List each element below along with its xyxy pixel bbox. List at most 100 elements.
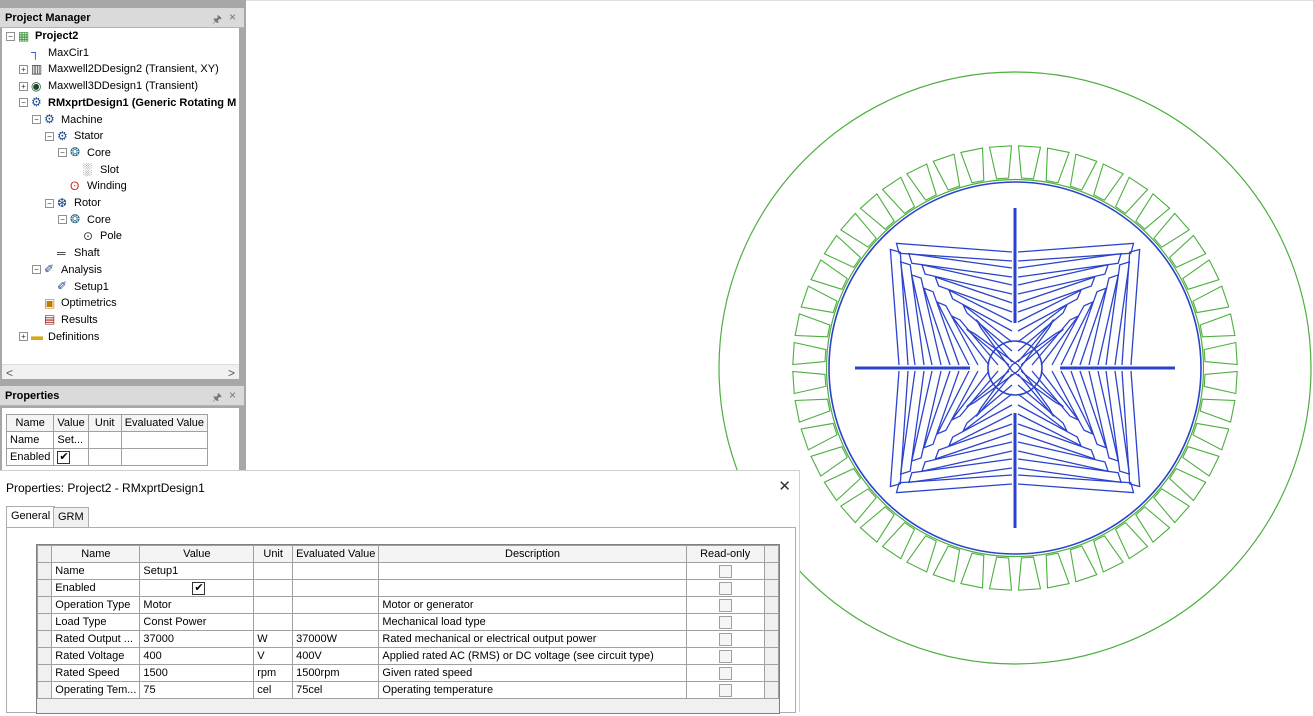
tree-item-machine[interactable]: − ⚙ Machine xyxy=(32,112,103,128)
collapse-icon[interactable]: − xyxy=(19,98,28,108)
circuit-icon: ┐ xyxy=(31,45,40,60)
column-header-evaluated-value[interactable]: Evaluated Value xyxy=(292,545,380,563)
expand-icon[interactable]: + xyxy=(19,81,28,91)
tree-item-setup1[interactable]: ✐ Setup1 xyxy=(45,279,109,295)
row-header[interactable] xyxy=(37,613,53,631)
cell-unit: cel xyxy=(253,681,294,699)
cell-read-only[interactable] xyxy=(685,664,765,682)
cell-value[interactable] xyxy=(53,448,89,466)
tab-grm[interactable]: GRM xyxy=(53,507,89,527)
read-only-checkbox[interactable] xyxy=(718,615,732,629)
cell-value[interactable]: 400 xyxy=(139,647,255,665)
cell-description: Rated mechanical or electrical output po… xyxy=(378,630,687,648)
cell-value[interactable]: 1500 xyxy=(139,664,255,682)
enabled-checkbox[interactable] xyxy=(57,450,71,464)
cell-read-only[interactable] xyxy=(685,630,765,648)
row-header[interactable] xyxy=(37,664,53,682)
scroll-right-arrow-icon[interactable]: > xyxy=(228,366,235,380)
collapse-icon[interactable]: − xyxy=(6,31,15,41)
cell-value[interactable]: Setup1 xyxy=(139,562,255,580)
tab-general[interactable]: General xyxy=(6,506,56,527)
column-header-name[interactable]: Name xyxy=(5,414,55,432)
collapse-icon[interactable]: − xyxy=(58,215,67,225)
cell-value[interactable]: Set... xyxy=(53,431,89,449)
scroll-left-arrow-icon[interactable]: < xyxy=(6,366,13,380)
tree-item-results[interactable]: ▤ Results xyxy=(32,312,98,328)
read-only-checkbox[interactable] xyxy=(718,598,732,612)
stator-slot xyxy=(932,153,961,191)
column-header-value[interactable]: Value xyxy=(139,545,255,563)
tree-item-stator[interactable]: − ⚙ Stator xyxy=(45,128,103,144)
tree-item-maxwell2ddesign2-transient-xy[interactable]: + ▥ Maxwell2DDesign2 (Transient, XY) xyxy=(19,61,219,77)
tree-item-shaft[interactable]: ═ Shaft xyxy=(45,245,100,261)
cell-evaluated: 37000W xyxy=(292,630,380,648)
collapse-icon[interactable]: − xyxy=(58,148,67,158)
cell-read-only[interactable] xyxy=(685,562,765,580)
cell-value[interactable]: Motor xyxy=(139,596,255,614)
row-header[interactable] xyxy=(37,630,53,648)
cell-read-only[interactable] xyxy=(685,613,765,631)
collapse-icon[interactable]: − xyxy=(45,198,54,208)
tree-item-rotor[interactable]: − ❆ Rotor xyxy=(45,195,101,211)
read-only-checkbox[interactable] xyxy=(718,649,732,663)
read-only-checkbox[interactable] xyxy=(718,632,732,646)
cell-value[interactable] xyxy=(139,579,255,597)
column-header-unit[interactable]: Unit xyxy=(87,414,122,432)
tree-item-core[interactable]: − ❂ Core xyxy=(58,145,111,161)
tree-item-rmxprtdesign1-generic-rotating-m[interactable]: − ⚙ RMxprtDesign1 (Generic Rotating M xyxy=(19,95,236,111)
cell-read-only[interactable] xyxy=(685,647,765,665)
stator-icon: ⚙ xyxy=(57,128,68,143)
column-header-evaluated-value[interactable]: Evaluated Value xyxy=(120,414,209,432)
cell-description: Motor or generator xyxy=(378,596,687,614)
tree-item-pole[interactable]: ⊙ Pole xyxy=(71,228,122,244)
collapse-icon[interactable]: − xyxy=(32,115,41,125)
enabled-checkbox[interactable] xyxy=(192,581,206,595)
tree-item-analysis[interactable]: − ✐ Analysis xyxy=(32,262,102,278)
column-header-name[interactable]: Name xyxy=(51,545,141,563)
tree-item-maxcir1[interactable]: ┐ MaxCir1 xyxy=(19,45,89,61)
pin-icon[interactable]: 🖈 xyxy=(212,389,222,408)
flux-barrier xyxy=(1031,315,1079,366)
column-header-description[interactable]: Description xyxy=(378,545,687,563)
stator-slot xyxy=(1093,535,1124,573)
cell-read-only[interactable] xyxy=(685,681,765,699)
stator-slot xyxy=(859,192,895,230)
cell-read-only[interactable] xyxy=(685,579,765,597)
collapse-icon[interactable]: − xyxy=(45,131,54,141)
row-header[interactable] xyxy=(37,647,53,665)
tree-item-project2[interactable]: − ▦ Project2 xyxy=(6,28,78,44)
expand-icon[interactable]: + xyxy=(19,64,28,74)
cell-value[interactable]: 75 xyxy=(139,681,255,699)
flux-barrier xyxy=(920,441,1013,473)
flux-barrier xyxy=(1017,263,1110,295)
row-header[interactable] xyxy=(37,562,53,580)
cell-value[interactable]: 37000 xyxy=(139,630,255,648)
cell-filler xyxy=(763,664,779,682)
row-header[interactable] xyxy=(37,596,53,614)
tree-item-optimetrics[interactable]: ▣ Optimetrics xyxy=(32,295,117,311)
column-header-value[interactable]: Value xyxy=(53,414,89,432)
core-icon: ❂ xyxy=(70,212,81,227)
row-header[interactable] xyxy=(37,681,53,699)
cell-value[interactable]: Const Power xyxy=(139,613,255,631)
expand-icon[interactable]: + xyxy=(19,332,28,342)
core-icon: ❂ xyxy=(70,145,81,160)
tree-item-winding[interactable]: ʘ Winding xyxy=(58,178,127,194)
collapse-icon[interactable]: − xyxy=(32,265,41,275)
read-only-checkbox[interactable] xyxy=(718,564,732,578)
read-only-checkbox[interactable] xyxy=(718,666,732,680)
read-only-checkbox[interactable] xyxy=(718,581,732,595)
tree-item-core[interactable]: − ❂ Core xyxy=(58,212,111,228)
read-only-checkbox[interactable] xyxy=(718,683,732,697)
column-header-read-only[interactable]: Read-only xyxy=(685,545,765,563)
tree-horizontal-scrollbar[interactable]: < > xyxy=(2,364,239,380)
tree-item-maxwell3ddesign1-transient[interactable]: + ◉ Maxwell3DDesign1 (Transient) xyxy=(19,78,198,94)
column-header-unit[interactable]: Unit xyxy=(253,545,294,563)
close-icon[interactable]: × xyxy=(229,388,236,402)
close-icon[interactable]: ✕ xyxy=(778,477,791,495)
cell-read-only[interactable] xyxy=(685,596,765,614)
row-header[interactable] xyxy=(37,579,53,597)
tree-item-definitions[interactable]: + ▬ Definitions xyxy=(19,329,99,345)
close-icon[interactable]: × xyxy=(229,10,236,24)
tree-item-slot[interactable]: ░ Slot xyxy=(71,162,119,178)
